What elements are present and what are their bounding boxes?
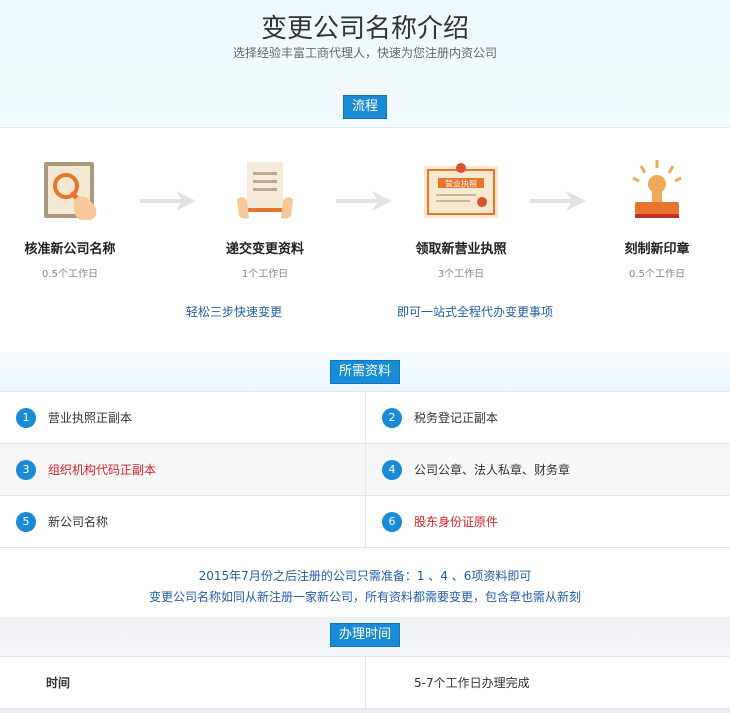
step-title: 领取新营业执照 xyxy=(415,242,507,257)
item-number-badge: 3 xyxy=(16,459,36,480)
tagline-one-stop: 即可一站式全程代办变更事项 xyxy=(397,305,554,319)
bottom-divider xyxy=(0,709,730,713)
table-row: 3 组织机构代码正副本 4 公司公章、法人私章、财务章 xyxy=(0,444,730,496)
step-days: 0.5个工作日 xyxy=(629,269,685,280)
stamp-icon xyxy=(632,160,682,218)
time-value: 5-7个工作日办理完成 xyxy=(365,657,730,708)
material-text: 税务登记正副本 xyxy=(414,411,499,425)
item-number-badge: 5 xyxy=(16,511,36,532)
step-receive-license: 营业执照 领取新营业执照 3个工作日 xyxy=(391,160,531,280)
page-subtitle: 选择经验丰富工商代理人，快速为您注册内资公司 xyxy=(232,46,497,60)
magnifier-document-icon xyxy=(44,162,97,220)
material-item: 6 股东身份证原件 xyxy=(365,496,730,547)
materials-note: 变更公司名称如同从新注册一家新公司，所有资料都需要变更，包含章也需从新刻 xyxy=(148,590,581,604)
material-item: 3 组织机构代码正副本 xyxy=(0,444,365,495)
table-row: 时间 5-7个工作日办理完成 xyxy=(0,657,730,709)
material-item: 2 税务登记正副本 xyxy=(365,392,730,443)
materials-note: 2015年7月份之后注册的公司只需准备：1 、4 、6项资料即可 xyxy=(198,569,532,583)
timing-header: 办理时间 xyxy=(0,617,730,657)
item-number-badge: 2 xyxy=(382,407,402,428)
material-text: 组织机构代码正副本 xyxy=(48,463,157,477)
material-text: 新公司名称 xyxy=(48,515,109,529)
step-days: 1个工作日 xyxy=(241,269,289,280)
item-number-badge: 1 xyxy=(16,407,36,428)
materials-header: 所需资料 xyxy=(0,352,730,392)
arrow-right-icon xyxy=(140,191,196,211)
table-row: 5 新公司名称 6 股东身份证原件 xyxy=(0,496,730,548)
page-title: 变更公司名称介绍 xyxy=(260,14,469,44)
tagline-three-steps: 轻松三步快速变更 xyxy=(186,305,283,319)
arrow-right-icon xyxy=(336,191,392,211)
page-header: 变更公司名称介绍 选择经验丰富工商代理人，快速为您注册内资公司 流程 xyxy=(0,0,730,128)
timing-section-label: 办理时间 xyxy=(329,623,401,647)
table-row: 1 营业执照正副本 2 税务登记正副本 xyxy=(0,392,730,444)
step-title: 刻制新印章 xyxy=(624,242,690,257)
step-title: 递交变更资料 xyxy=(225,242,304,257)
time-label: 时间 xyxy=(46,676,71,690)
arrow-right-icon xyxy=(530,191,586,211)
material-item: 4 公司公章、法人私章、财务章 xyxy=(365,444,730,495)
material-text: 公司公章、法人私章、财务章 xyxy=(414,463,571,477)
materials-section-label: 所需资料 xyxy=(329,360,401,384)
step-carve-seal: 刻制新印章 0.5个工作日 xyxy=(587,160,727,280)
business-license-icon: 营业执照 xyxy=(424,163,498,218)
material-text: 股东身份证原件 xyxy=(414,515,499,529)
material-item: 5 新公司名称 xyxy=(0,496,365,547)
step-submit-documents: 递交变更资料 1个工作日 xyxy=(195,160,335,280)
svg-text:营业执照: 营业执照 xyxy=(445,179,477,189)
item-number-badge: 4 xyxy=(382,459,402,480)
step-days: 3个工作日 xyxy=(437,269,485,280)
process-section-label: 流程 xyxy=(342,95,388,119)
step-title: 核准新公司名称 xyxy=(24,242,116,257)
step-approve-name: 核准新公司名称 0.5个工作日 xyxy=(0,160,140,280)
hands-document-icon xyxy=(237,162,293,219)
materials-grid: 1 营业执照正副本 2 税务登记正副本 3 组织机构代码正副本 4 公司公章、法… xyxy=(0,392,730,548)
step-days: 0.5个工作日 xyxy=(42,269,98,280)
material-item: 1 营业执照正副本 xyxy=(0,392,365,443)
material-text: 营业执照正副本 xyxy=(48,411,133,425)
item-number-badge: 6 xyxy=(382,511,402,532)
